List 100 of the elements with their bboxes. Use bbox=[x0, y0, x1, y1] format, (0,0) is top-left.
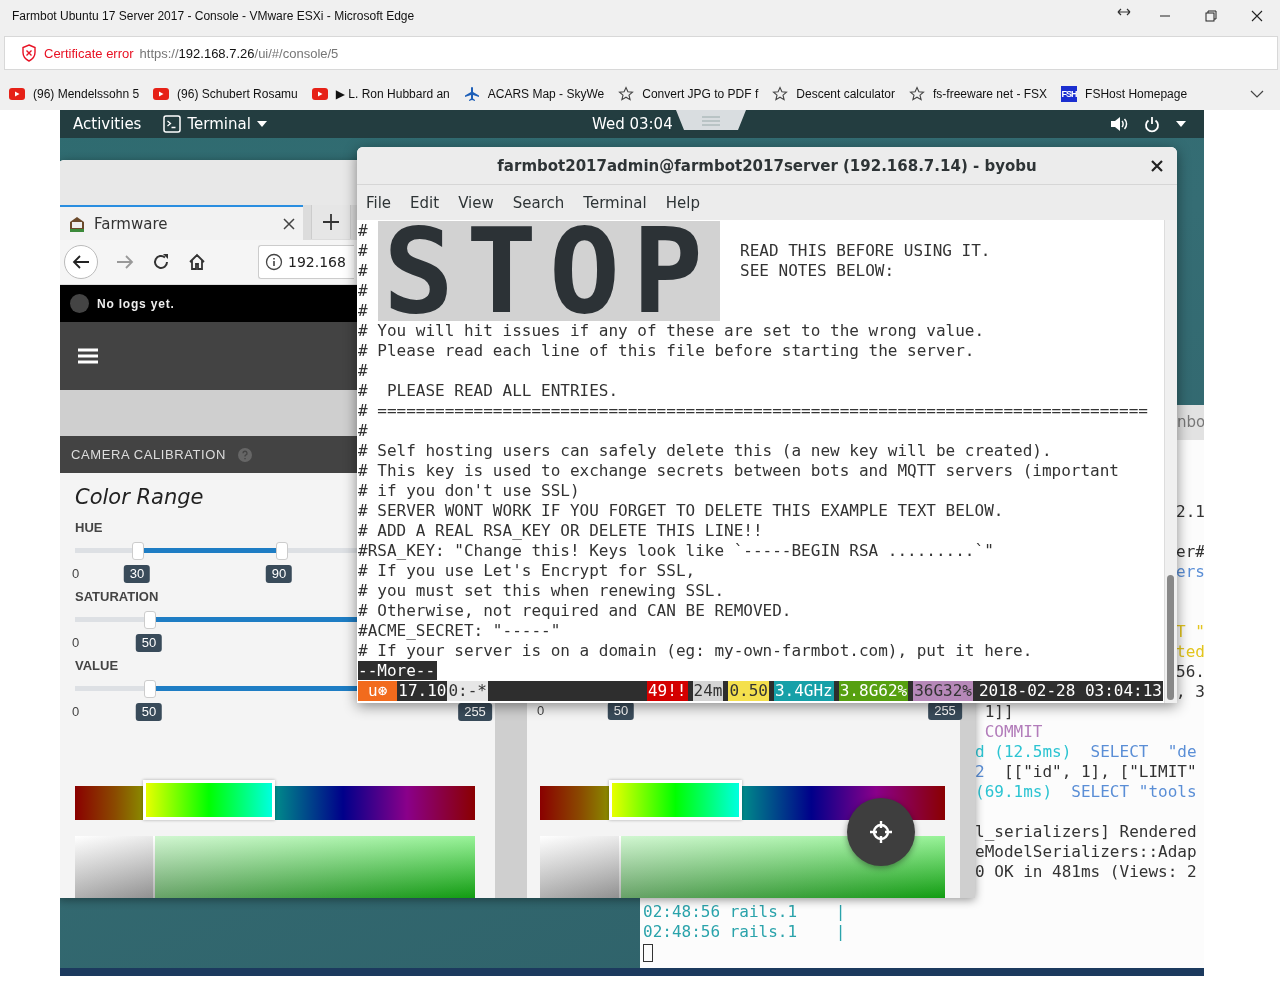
favorite-link[interactable]: FSH FSHost Homepage bbox=[1061, 86, 1188, 102]
terminal-line: # bbox=[358, 241, 369, 261]
status-segment: 24m bbox=[692, 681, 724, 701]
favorite-link[interactable]: Descent calculator bbox=[772, 86, 895, 102]
log-line: er# bbox=[1176, 542, 1204, 562]
slider-handle[interactable] bbox=[275, 542, 288, 560]
resize-icon bbox=[1117, 7, 1131, 17]
log-line: 2.1 bbox=[1176, 502, 1204, 522]
favorite-link[interactable]: fs-freeware net - FSX bbox=[909, 86, 1048, 102]
menu-item[interactable]: Edit bbox=[410, 193, 440, 212]
plus-icon[interactable] bbox=[311, 205, 351, 239]
scrollbar-thumb[interactable] bbox=[1167, 575, 1174, 700]
log-line: ted bbox=[1176, 642, 1204, 662]
status-segment: 0.50 bbox=[728, 681, 769, 701]
home-icon[interactable] bbox=[188, 253, 206, 271]
terminal-line: # bbox=[358, 301, 369, 321]
shield-error-icon bbox=[21, 44, 37, 62]
log-line: T " bbox=[1176, 622, 1204, 642]
menu-item[interactable]: File bbox=[366, 193, 392, 212]
value-badge: 255 bbox=[458, 703, 492, 721]
slider-label: VALUE bbox=[75, 657, 119, 675]
pager-prompt: --More-- bbox=[358, 661, 438, 680]
close-icon[interactable] bbox=[1151, 160, 1163, 172]
caret-icon[interactable] bbox=[1176, 121, 1186, 127]
power-icon[interactable] bbox=[1144, 115, 1160, 133]
section-title: CAMERA CALIBRATION bbox=[71, 447, 227, 462]
slider-handle[interactable] bbox=[143, 611, 156, 629]
browser-tab[interactable]: Farmware bbox=[60, 205, 303, 240]
log-line: d (12.5ms) SELECT "de bbox=[975, 742, 1197, 762]
terminal-line: # PLEASE READ ALL ENTRIES. bbox=[358, 381, 620, 401]
url-text: https://192.168.7.26/ui/#/console/5 bbox=[139, 45, 339, 61]
terminal-line: # bbox=[358, 421, 369, 441]
favorite-link[interactable]: Convert JPG to PDF f bbox=[618, 86, 759, 102]
min-value: 0 bbox=[72, 566, 80, 581]
terminal-line: READ THIS BEFORE USING IT. bbox=[740, 241, 991, 261]
menu-item[interactable]: Help bbox=[665, 193, 700, 212]
app-menu[interactable]: Terminal bbox=[163, 115, 267, 133]
value-badge: 50 bbox=[135, 634, 163, 652]
status-segment: 0:-* bbox=[447, 681, 488, 701]
value-badge: 30 bbox=[123, 565, 151, 583]
min-value: 0 bbox=[72, 704, 80, 719]
status-segment: 36G32% bbox=[913, 681, 973, 701]
terminal-line: #ACME_SECRET: "-----" bbox=[358, 621, 562, 641]
terminal-line: # This key is used to exchange secrets between bots and MQTT servers (important bbox=[358, 461, 1120, 481]
close-icon[interactable] bbox=[283, 217, 295, 230]
terminal-line: # If you use Let's Encrypt for SSL, bbox=[358, 561, 697, 581]
status-segment: u⊛ bbox=[358, 681, 398, 701]
log-line: eModelSerializers::Adap bbox=[975, 842, 1197, 862]
log-line: 1]] bbox=[983, 702, 1015, 722]
url-field[interactable]: 192.168 bbox=[258, 245, 354, 279]
menu-item[interactable]: Terminal bbox=[583, 193, 647, 212]
app-logo-icon bbox=[68, 214, 86, 233]
activities-button[interactable]: Activities bbox=[73, 115, 142, 133]
terminal-line: SEE NOTES BELOW: bbox=[740, 261, 896, 281]
scrollbar[interactable] bbox=[1164, 220, 1177, 703]
close-icon[interactable] bbox=[1251, 10, 1263, 22]
log-line: 56. bbox=[1176, 662, 1204, 682]
terminal-line: # if you don't use SSL) bbox=[358, 481, 581, 501]
window-title: farmbot2017admin@farmbot2017server (192.168.7.14) - byobu bbox=[497, 156, 1037, 175]
clock[interactable]: Wed 03:04 bbox=[592, 115, 673, 133]
min-value: 0 bbox=[72, 635, 80, 650]
menu-item[interactable]: Search bbox=[512, 193, 565, 212]
forward-arrow-icon[interactable] bbox=[116, 254, 134, 270]
log-line: 0 OK in 481ms (Views: 2 bbox=[975, 862, 1197, 882]
menu-item[interactable]: View bbox=[458, 193, 494, 212]
slider-handle[interactable] bbox=[131, 542, 144, 560]
terminal-line: #RSA_KEY: "Change this! Keys look like `-----BEGIN RSA .........`" bbox=[358, 541, 995, 561]
log-line: COMMIT bbox=[983, 722, 1044, 742]
log-line: , 3 bbox=[1176, 682, 1204, 702]
log-line: (69.1ms) SELECT "tools bbox=[975, 782, 1197, 802]
menu-icon[interactable] bbox=[78, 348, 98, 364]
status-segment: 3.8G62% bbox=[838, 681, 909, 701]
status-segment: 49!! bbox=[646, 681, 688, 701]
address-field[interactable]: Certificate error https://192.168.7.26/ui/#/console/5 bbox=[4, 36, 1278, 70]
info-icon bbox=[265, 253, 283, 271]
back-button[interactable] bbox=[64, 245, 98, 279]
terminal-line: # Self hosting users can safely delete this (a new key will be created). bbox=[358, 441, 1053, 461]
terminal-line: # Otherwise, not required and CAN BE REMOVED. bbox=[358, 601, 793, 621]
restore-icon[interactable] bbox=[1205, 10, 1217, 22]
reload-icon[interactable] bbox=[152, 253, 170, 271]
slider-label: SATURATION bbox=[75, 588, 159, 606]
chevron-down-icon[interactable] bbox=[1250, 90, 1264, 98]
terminal-line: # bbox=[358, 221, 369, 241]
favorite-link[interactable]: (96) Mendelssohn 5 bbox=[9, 87, 140, 101]
text-cursor bbox=[643, 943, 653, 962]
slider-label: HUE bbox=[75, 519, 103, 537]
log-line: 2 [["id", 1], ["LIMIT" bbox=[975, 762, 1197, 782]
tab-title[interactable]: nbo bbox=[1177, 413, 1204, 431]
favorite-link[interactable]: (96) Schubert Rosamu bbox=[153, 87, 298, 101]
value-badge: 50 bbox=[135, 703, 163, 721]
slider-handle[interactable] bbox=[143, 680, 156, 698]
favorite-link[interactable]: ▶ L. Ron Hubbard an bbox=[311, 87, 450, 101]
terminal-line: # Please read each line of this file before starting the server. bbox=[358, 341, 976, 361]
airplane-icon bbox=[463, 86, 480, 102]
volume-icon[interactable] bbox=[1110, 116, 1128, 132]
console-handle[interactable] bbox=[676, 110, 746, 132]
crosshair-icon bbox=[868, 819, 894, 845]
certificate-error-label[interactable]: Certificate error bbox=[44, 45, 134, 61]
terminal-line: # ADD A REAL RSA_KEY OR DELETE THIS LINE!! bbox=[358, 521, 764, 541]
favorite-link[interactable]: ACARS Map - SkyWe bbox=[463, 86, 605, 102]
